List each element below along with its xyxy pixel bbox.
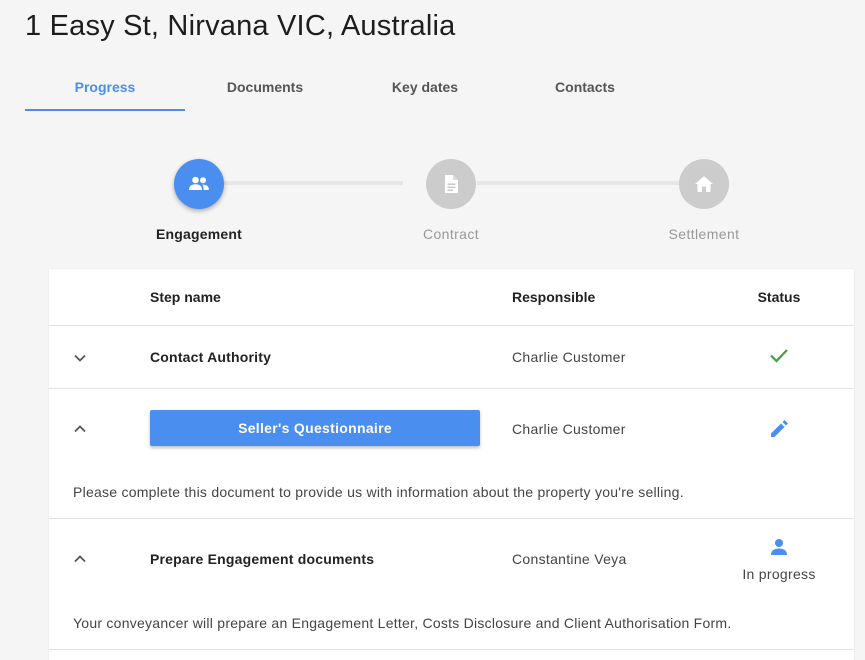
step-name: Contact Authority [150,349,272,365]
step-description: Please complete this document to provide… [73,484,684,500]
tab-bar: Progress Documents Key dates Contacts [25,62,665,111]
responsible-name: Charlie Customer [512,421,626,437]
chevron-up-icon[interactable] [73,552,87,566]
step-description: Your conveyancer will prepare an Engagem… [73,615,732,631]
stage-engagement-circle [174,159,224,209]
stage-settlement-circle [679,159,729,209]
tab-progress[interactable]: Progress [25,62,185,111]
chevron-down-icon[interactable] [73,351,87,365]
chevron-up-icon[interactable] [73,422,87,436]
stage-engagement[interactable]: Engagement [119,158,279,242]
table-row: Prepare Engagement documents Constantine… [49,519,854,650]
responsible-name: Constantine Veya [512,551,627,567]
checkmark-icon [770,349,788,363]
table-header-row: Step name Responsible Status [49,269,854,326]
page-title: 1 Easy St, Nirvana VIC, Australia [25,10,456,42]
document-icon [445,175,458,193]
property-progress-page: 1 Easy St, Nirvana VIC, Australia Progre… [0,0,865,660]
stage-engagement-label: Engagement [155,226,242,242]
steps-table: Step name Responsible Status Contact Aut… [49,269,854,660]
table-row: Contact Authority Charlie Customer [49,326,854,389]
progress-stepper: Engagement Contract Settlement [49,158,854,248]
header-responsible: Responsible [512,289,596,305]
people-icon [189,176,209,190]
pencil-icon[interactable] [768,418,790,440]
stage-contract[interactable]: Contract [371,158,531,242]
stage-settlement-label: Settlement [668,226,740,242]
header-status: Status [757,289,801,305]
responsible-name: Charlie Customer [512,349,626,365]
stage-contract-circle [426,159,476,209]
tab-contacts[interactable]: Contacts [505,62,665,111]
stage-contract-label: Contract [422,226,480,242]
header-step-name: Step name [150,289,221,305]
step-name: Prepare Engagement documents [150,551,375,567]
status-text: In progress [742,566,816,582]
person-icon [771,539,787,555]
home-icon [695,176,713,192]
sellers-questionnaire-button[interactable]: Seller's Questionnaire [150,410,480,446]
tab-key-dates[interactable]: Key dates [345,62,505,111]
table-row: Seller's Questionnaire Charlie Customer … [49,389,854,519]
stage-settlement[interactable]: Settlement [624,158,784,242]
tab-documents[interactable]: Documents [185,62,345,111]
